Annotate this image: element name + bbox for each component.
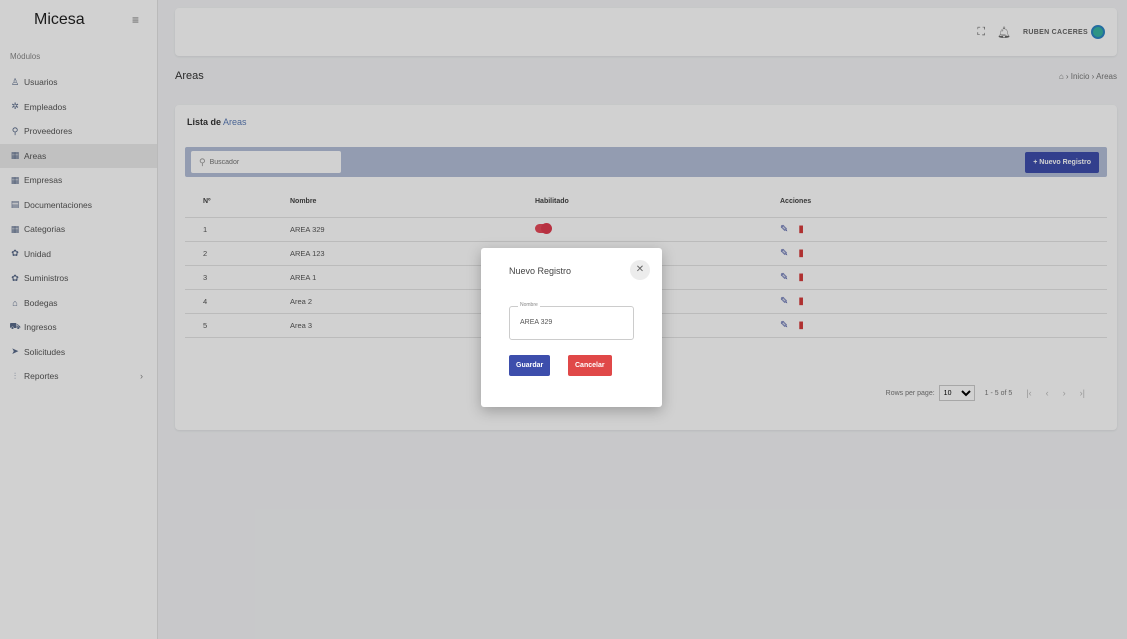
name-input[interactable] (520, 319, 620, 326)
new-record-dialog: Nuevo Registro ✕ Nombre Guardar Cancelar (481, 248, 662, 407)
name-field-label: Nombre (518, 302, 540, 308)
save-button[interactable]: Guardar (509, 355, 551, 376)
name-field[interactable]: Nombre (509, 302, 634, 340)
close-icon[interactable]: ✕ (630, 260, 650, 280)
cancel-button[interactable]: Cancelar (568, 355, 612, 376)
dialog-title: Nuevo Registro (509, 266, 572, 276)
